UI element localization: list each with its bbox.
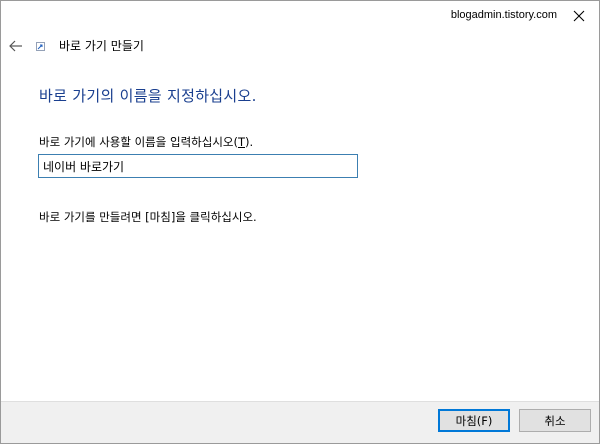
close-button[interactable] [559, 1, 599, 31]
page-heading: 바로 가기의 이름을 지정하십시오. [39, 87, 257, 105]
finish-button[interactable]: 마침(F) [438, 409, 510, 432]
shortcut-wizard-icon [36, 42, 45, 51]
label-prefix: 바로 가기에 사용할 이름을 입력하십시오( [39, 135, 238, 149]
back-arrow-icon [9, 40, 22, 52]
back-button[interactable] [5, 35, 27, 57]
shortcut-name-input[interactable] [38, 154, 358, 178]
finish-hint: 바로 가기를 만들려면 [마침]을 클릭하십시오. [39, 210, 257, 224]
cancel-button[interactable]: 취소 [519, 409, 591, 432]
create-shortcut-window: blogadmin.tistory.com 바로 가기 만들기 바로 가기의 이… [0, 0, 600, 444]
title-bar: blogadmin.tistory.com [1, 1, 599, 31]
name-field-label: 바로 가기에 사용할 이름을 입력하십시오(T). [39, 134, 253, 150]
close-icon [573, 10, 585, 22]
wizard-nav: 바로 가기 만들기 [1, 33, 599, 59]
label-mnemonic: T [237, 135, 245, 149]
wizard-title: 바로 가기 만들기 [59, 39, 144, 53]
button-bar: 마침(F) 취소 [1, 401, 599, 443]
window-title: blogadmin.tistory.com [450, 9, 557, 21]
label-suffix: ). [245, 135, 254, 149]
